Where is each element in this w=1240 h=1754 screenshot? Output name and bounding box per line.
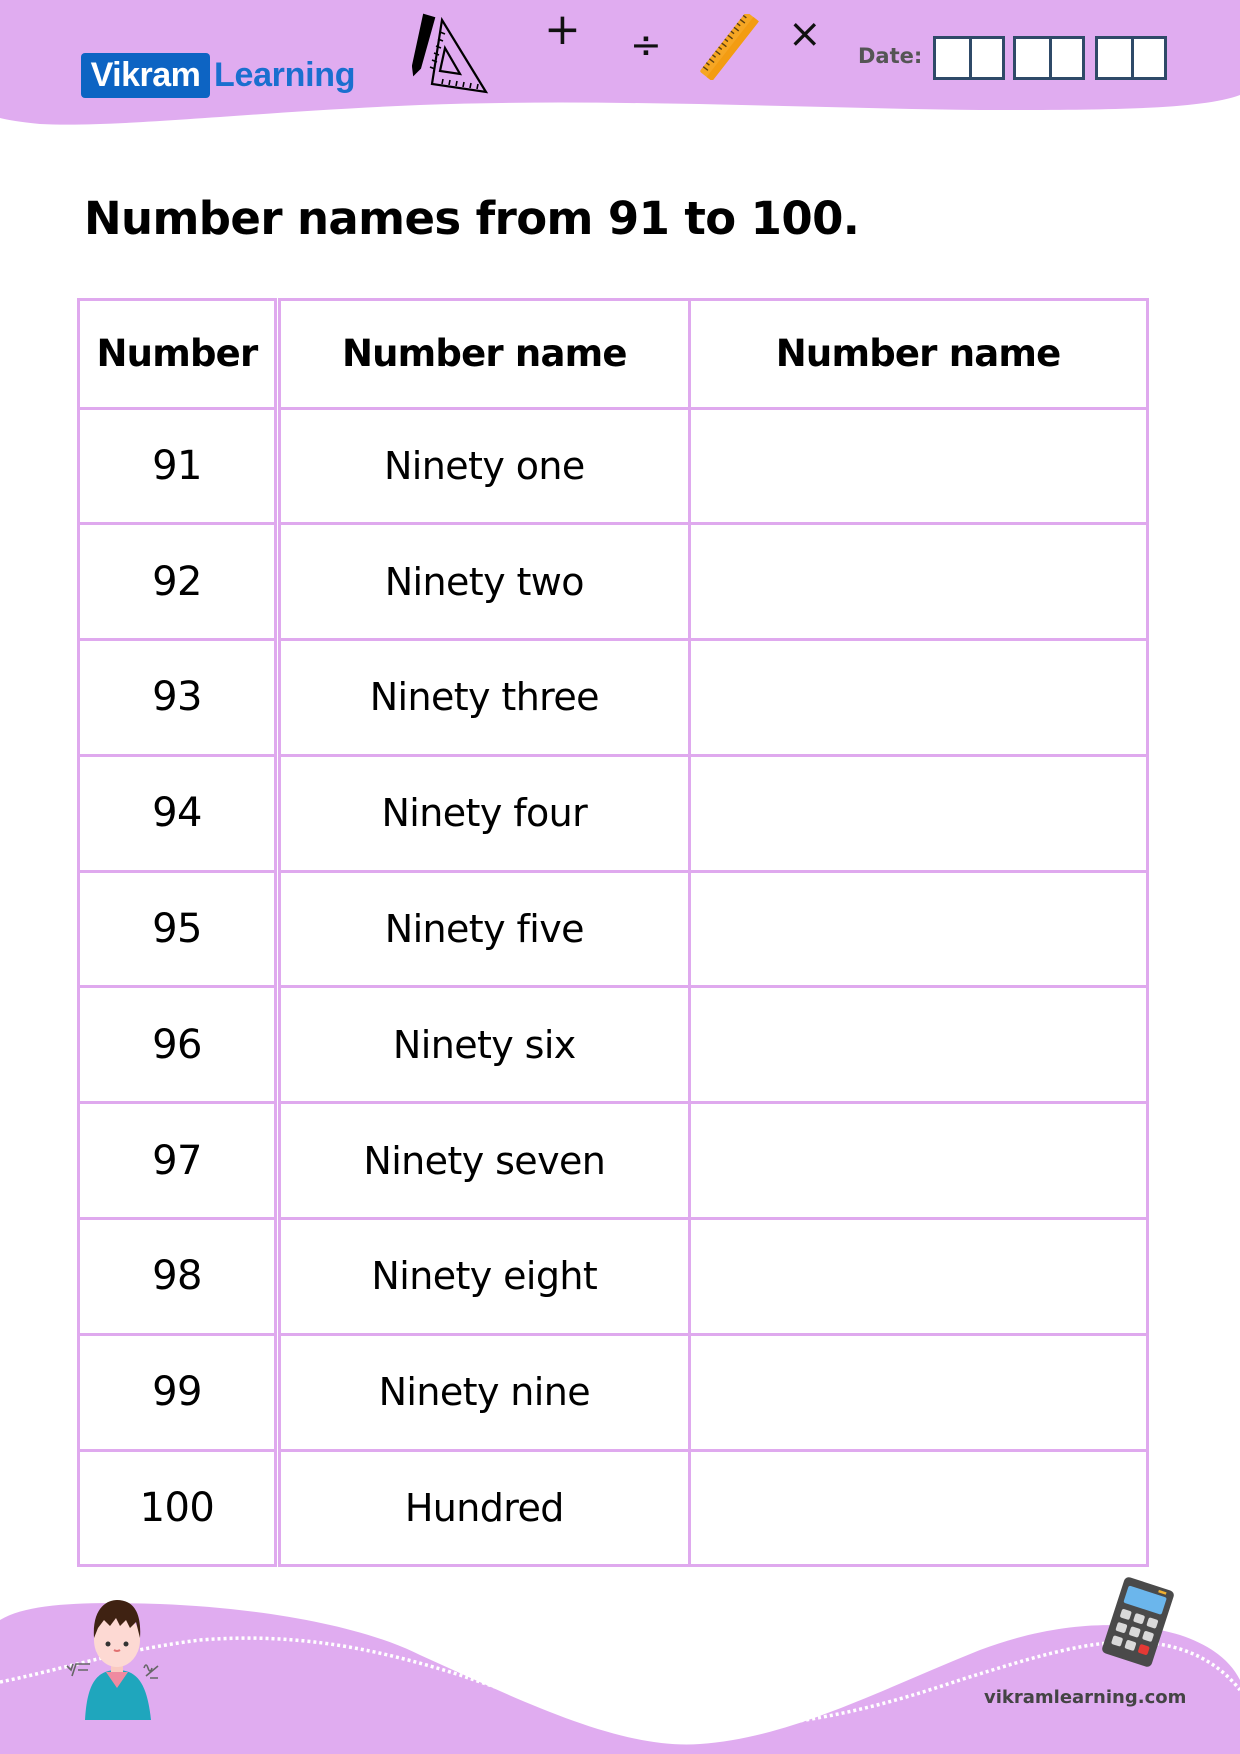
header-number: Number [76, 297, 278, 410]
answer-cell[interactable] [687, 406, 1149, 526]
number-name-cell: Ninety three [277, 638, 691, 757]
number-name-cell: Ninety four [277, 753, 691, 873]
date-day-digit-2[interactable] [969, 39, 1002, 77]
number-name-cell: Hundred [277, 1448, 691, 1568]
date-label: Date: [858, 44, 923, 68]
divide-icon: ÷ [630, 23, 662, 67]
answer-cell[interactable] [687, 1332, 1149, 1452]
worksheet-title: Number names from 91 to 100. [84, 192, 860, 245]
number-cell: 99 [76, 1332, 278, 1452]
number-name-cell: Ninety seven [277, 1101, 691, 1221]
number-cell: 97 [76, 1101, 278, 1221]
number-cell: 95 [76, 869, 278, 989]
answer-cell[interactable] [687, 638, 1149, 757]
date-month-digit-1[interactable] [1016, 39, 1049, 77]
number-cell: 96 [76, 985, 278, 1105]
table-row: 99 Ninety nine [76, 1332, 1149, 1452]
number-name-cell: Ninety one [277, 406, 691, 526]
pencil-set-square-icon [412, 13, 489, 94]
date-year-digit-1[interactable] [1098, 39, 1131, 77]
table-row: 92 Ninety two [76, 522, 1149, 642]
date-day-digit-1[interactable] [936, 39, 969, 77]
footer-wave-background [0, 1603, 1240, 1754]
answer-cell[interactable] [687, 985, 1149, 1105]
times-icon: × [788, 11, 822, 57]
table-row: 91 Ninety one [76, 406, 1149, 526]
number-name-cell: Ninety two [277, 522, 691, 642]
number-cell: 98 [76, 1217, 278, 1336]
calculator-icon [1102, 1577, 1174, 1667]
date-year-digit-2[interactable] [1131, 39, 1164, 77]
ruler-icon [700, 14, 759, 80]
number-cell: 92 [76, 522, 278, 642]
answer-cell[interactable] [687, 753, 1149, 873]
table-row: 96 Ninety six [76, 985, 1149, 1105]
number-names-table: Number Number name Number name 91 Ninety … [76, 297, 1149, 1568]
number-cell: 91 [76, 406, 278, 526]
number-name-cell: Ninety nine [277, 1332, 691, 1452]
answer-cell[interactable] [687, 1101, 1149, 1221]
table-row: 98 Ninety eight [76, 1217, 1149, 1336]
number-cell: 93 [76, 638, 278, 757]
date-month-digit-2[interactable] [1049, 39, 1082, 77]
table-row: 94 Ninety four [76, 753, 1149, 873]
table-row: 93 Ninety three [76, 638, 1149, 757]
number-cell: 100 [76, 1448, 278, 1568]
header-number-name: Number name [277, 297, 691, 410]
number-name-cell: Ninety eight [277, 1217, 691, 1336]
plus-icon: + [544, 4, 581, 55]
table-row: 97 Ninety seven [76, 1101, 1149, 1221]
boy-with-math-formulas-illustration [66, 1600, 159, 1720]
number-cell: 94 [76, 753, 278, 873]
header-number-name-answer: Number name [687, 297, 1149, 410]
date-day-boxes [933, 36, 1005, 80]
table-header-row: Number Number name Number name [76, 297, 1149, 410]
answer-cell[interactable] [687, 522, 1149, 642]
answer-cell[interactable] [687, 1448, 1149, 1568]
table-row: 100 Hundred [76, 1448, 1149, 1568]
date-year-boxes [1095, 36, 1167, 80]
answer-cell[interactable] [687, 1217, 1149, 1336]
date-month-boxes [1013, 36, 1085, 80]
number-name-cell: Ninety five [277, 869, 691, 989]
logo-vikram: Vikram [81, 53, 210, 98]
table-row: 95 Ninety five [76, 869, 1149, 989]
number-name-cell: Ninety six [277, 985, 691, 1105]
website-url[interactable]: vikramlearning.com [984, 1687, 1186, 1708]
logo-learning: Learning [214, 56, 356, 94]
answer-cell[interactable] [687, 869, 1149, 989]
